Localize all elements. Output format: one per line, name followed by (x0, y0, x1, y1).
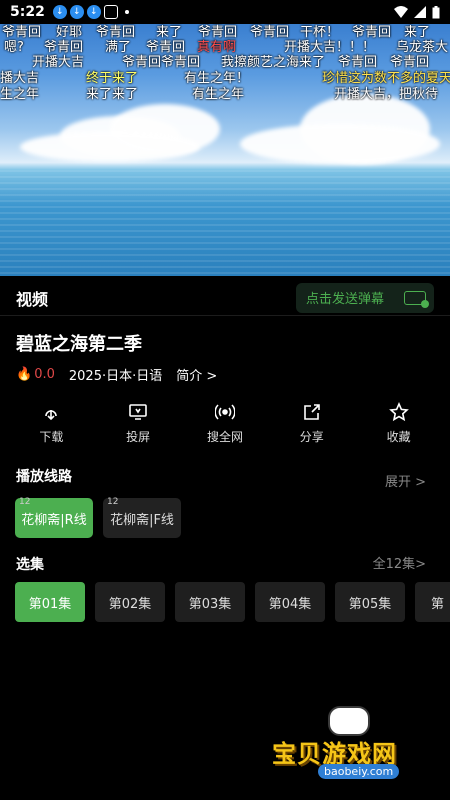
danmaku-comment: 爷青回 (390, 55, 430, 70)
line-label: 花柳斋|R线 (21, 512, 87, 528)
rating: 🔥 0.0 (16, 367, 55, 382)
danmaku-comment: 爷青回 (250, 25, 290, 40)
danmaku-comment: 来了 (156, 25, 183, 40)
download-icon (45, 410, 58, 421)
danmaku-comment: 爷青回 (338, 55, 378, 70)
danmaku-comment: 开播大吉，把秋待 (334, 87, 439, 102)
cloud-shape (240, 124, 440, 164)
download-notification-icon: ↓ (86, 5, 101, 19)
danmaku-comment: 干杯！ (300, 25, 340, 40)
download-notification-icon: ↓ (69, 5, 84, 19)
danmaku-comment: 来了来了 (86, 87, 139, 102)
tab-video[interactable]: 视频 (16, 286, 48, 310)
action-bar: 下载 投屏 搜全网 分享 收藏 (0, 402, 450, 448)
cast-button[interactable]: 投屏 (103, 402, 173, 448)
danmaku-comment: 爷青回爷青回 (122, 55, 201, 70)
danmaku-comment: 嗯? (4, 40, 24, 55)
status-time: 5:22 (10, 4, 45, 20)
line-badge: 12 (19, 497, 31, 507)
episode-button[interactable]: 第02集 (95, 582, 165, 622)
cloud-shape (20, 132, 200, 162)
star-icon (388, 402, 409, 422)
video-player[interactable]: 爷青回 好耶 爷青回 来了 爷青回 爷青回 干杯！ 爷青回 来了 嗯? 爷青回 … (0, 24, 450, 276)
all-episodes-link[interactable]: 全12集> (373, 553, 426, 572)
send-danmaku-button[interactable]: 点击发送弹幕 (296, 282, 434, 313)
show-info: 2025·日本·日语 (68, 369, 163, 384)
favorite-button[interactable]: 收藏 (364, 402, 434, 448)
danmaku-comment: 满了 (105, 40, 132, 55)
danmaku-comment: 终于来了 (86, 71, 139, 86)
share-icon (303, 404, 320, 420)
episode-button[interactable]: 第03集 (175, 582, 245, 622)
notification-icons: ↓ ↓ ↓ (52, 5, 129, 19)
line-badge: 12 (107, 497, 119, 507)
show-title: 碧蓝之海第二季 (16, 334, 142, 355)
send-danmaku-label: 点击发送弹幕 (306, 292, 385, 307)
episode-button[interactable]: 第04集 (255, 582, 325, 622)
danmaku-comment: 真有啊 (197, 40, 237, 55)
danmaku-comment: 有生之年！ (184, 71, 250, 86)
danmaku-comment: 生之年 (0, 87, 40, 102)
danmaku-comment: 爷青回 (352, 25, 392, 40)
danmaku-comment: 爷青回 (198, 25, 238, 40)
cast-icon (129, 404, 147, 420)
download-button[interactable]: 下载 (16, 402, 86, 448)
danmaku-comment: 乌龙茶大 (396, 40, 449, 55)
more-notifications-icon (124, 10, 129, 14)
cast-label: 投屏 (126, 430, 151, 444)
watermark-url: baobeiy.com (318, 764, 400, 779)
line-option[interactable]: 12 花柳斋|R线 (15, 497, 93, 538)
episodes-title: 选集 (16, 557, 44, 573)
episode-button[interactable]: 第01集 (15, 582, 85, 622)
episode-list: 第01集 第02集 第03集 第04集 第05集 第 (15, 582, 450, 622)
share-button[interactable]: 分享 (277, 402, 347, 448)
danmaku-comment: 开播大吉 (32, 55, 85, 70)
episode-button[interactable]: 第05集 (335, 582, 405, 622)
show-meta: 🔥 0.0 2025·日本·日语 简介 > (16, 365, 217, 384)
intro-link[interactable]: 简介 > (176, 365, 217, 384)
wifi-icon (394, 6, 408, 18)
video-tab-row: 视频 点击发送弹幕 (0, 280, 450, 316)
danmaku-comment: 爷青回 (96, 25, 136, 40)
danmaku-comment: 爷青回 (2, 25, 42, 40)
favorite-label: 收藏 (386, 430, 411, 444)
rating-value: 0.0 (34, 367, 55, 382)
sea-surface (0, 170, 450, 276)
watermark-logo: 宝贝游戏网 baobeiy.com (268, 706, 418, 786)
play-line-title: 播放线路 (16, 469, 72, 485)
gamepad-icon (328, 706, 370, 736)
danmaku-comment: 播大吉 (0, 71, 40, 86)
flame-icon: 🔥 (16, 367, 33, 382)
battery-icon (432, 5, 440, 18)
danmaku-comment: 来了 (404, 25, 431, 40)
share-label: 分享 (299, 430, 324, 444)
danmaku-comment: 有生之年 (192, 87, 245, 102)
download-notification-icon: ↓ (52, 5, 67, 19)
danmaku-comment: 爷青回 (44, 40, 84, 55)
line-option[interactable]: 12 花柳斋|F线 (103, 497, 181, 538)
episode-button[interactable]: 第 (415, 582, 450, 622)
line-label: 花柳斋|F线 (110, 512, 174, 528)
app-notification-icon (103, 5, 118, 19)
system-icons (394, 5, 440, 19)
status-bar: 5:22 ↓ ↓ ↓ (0, 0, 450, 24)
danmaku-comment: 好耶 (56, 25, 83, 40)
danmaku-settings-icon[interactable] (404, 290, 429, 308)
expand-lines-link[interactable]: 展开 > (385, 471, 426, 490)
signal-icon (414, 6, 426, 18)
danmaku-comment: 开播大吉！！！ (284, 40, 376, 55)
search-all-label: 搜全网 (206, 430, 243, 444)
danmaku-comment: 我擦颜艺之海来了 (221, 55, 326, 70)
broadcast-icon (214, 404, 235, 420)
download-label: 下载 (39, 430, 64, 444)
danmaku-comment: 珍惜这为数不多的夏天 (322, 71, 450, 86)
search-all-button[interactable]: 搜全网 (190, 402, 260, 448)
danmaku-comment: 爷青回 (146, 40, 186, 55)
